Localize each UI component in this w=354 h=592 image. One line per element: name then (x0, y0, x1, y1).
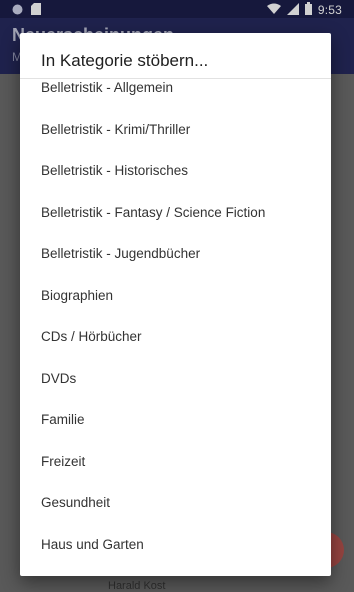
category-item[interactable]: Belletristik - Fantasy / Science Fiction (20, 192, 331, 234)
category-item[interactable]: Belletristik - Historisches (20, 150, 331, 192)
category-item[interactable]: DVDs (20, 358, 331, 400)
category-list[interactable]: Belletristik - Allgemein Belletristik - … (20, 79, 331, 576)
category-item[interactable]: Belletristik - Allgemein (20, 79, 331, 109)
category-item[interactable]: Biographien (20, 275, 331, 317)
category-dialog: In Kategorie stöbern... Belletristik - A… (20, 33, 331, 576)
category-item[interactable]: Freizeit (20, 441, 331, 483)
category-item[interactable]: Gesundheit (20, 482, 331, 524)
dialog-title: In Kategorie stöbern... (20, 33, 331, 79)
category-item[interactable]: Haus und Garten (20, 524, 331, 566)
category-item[interactable]: Familie (20, 399, 331, 441)
category-item[interactable]: Belletristik - Jugendbücher (20, 233, 331, 275)
category-item[interactable]: Belletristik - Krimi/Thriller (20, 109, 331, 151)
category-item[interactable]: CDs / Hörbücher (20, 316, 331, 358)
